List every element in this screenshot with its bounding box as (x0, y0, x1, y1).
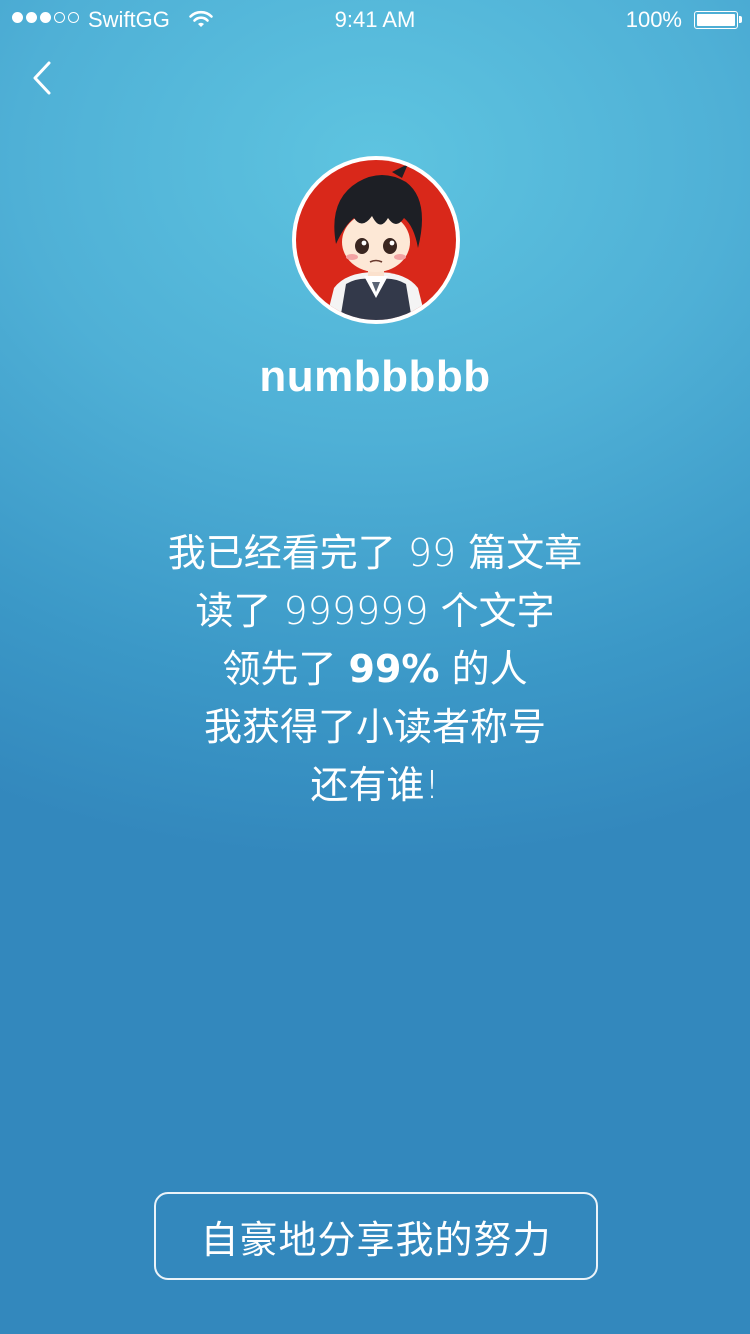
stats-words-suffix: 个文字 (428, 589, 555, 633)
share-button[interactable]: 自豪地分享我的努力 (154, 1192, 598, 1280)
status-bar: SwiftGG 9:41 AM 100% (0, 0, 750, 40)
stats-line-title: 我获得了小读者称号 (203, 705, 546, 749)
battery-icon (694, 11, 742, 29)
stats-articles-prefix: 我已经看完了 (167, 531, 408, 575)
stats-line-percent: 领先了 99% 的人 (0, 640, 750, 698)
stats-line-articles: 我已经看完了 99 篇文章 (0, 524, 750, 582)
avatar-anime-boy-icon (296, 160, 456, 320)
username: numbbbbb (259, 352, 491, 401)
avatar (292, 156, 460, 324)
stats-percent-suffix: 的人 (439, 647, 528, 691)
stats-line-boast: 还有谁! (310, 763, 440, 807)
percent-value: 99% (348, 647, 440, 691)
chevron-left-icon (31, 60, 53, 101)
articles-count: 99 (407, 531, 457, 575)
words-count: 999999 (283, 589, 429, 633)
stats-line-words: 读了 999999 个文字 (0, 582, 750, 640)
stats-words-prefix: 读了 (195, 589, 284, 633)
back-button[interactable] (20, 58, 64, 102)
battery-percentage: 100% (625, 7, 682, 32)
stats-articles-suffix: 篇文章 (456, 531, 583, 575)
reading-stats: 我已经看完了 99 篇文章 读了 999999 个文字 领先了 99% 的人 我… (0, 524, 750, 814)
stats-percent-prefix: 领先了 (222, 647, 349, 691)
